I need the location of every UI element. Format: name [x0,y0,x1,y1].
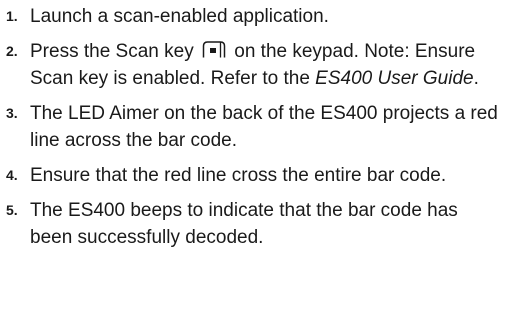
step-text-before-icon: Press the Scan key [30,41,194,62]
step-number: 1. [6,8,18,24]
step-2: 2. Press the Scan key on the keypad. Not… [6,38,502,92]
user-guide-reference: ES400 User Guide [315,68,474,89]
step-5: 5. The ES400 beeps to indicate that the … [6,197,502,251]
step-text-end: . [473,68,479,89]
step-4: 4. Ensure that the red line cross the en… [6,162,502,189]
step-number: 3. [6,105,18,121]
instruction-steps: 1. Launch a scan-enabled application. 2.… [6,3,502,259]
step-text: The ES400 beeps to indicate that the bar… [30,200,458,248]
step-text: The LED Aimer on the back of the ES400 p… [30,103,498,151]
step-number: 5. [6,202,18,218]
step-text: Ensure that the red line cross the entir… [30,165,447,186]
step-1: 1. Launch a scan-enabled application. [6,3,502,30]
scan-key-icon [202,41,226,58]
step-3: 3. The LED Aimer on the back of the ES40… [6,100,502,154]
step-text: Launch a scan-enabled application. [30,6,329,27]
step-number: 4. [6,167,18,183]
step-number: 2. [6,43,18,59]
